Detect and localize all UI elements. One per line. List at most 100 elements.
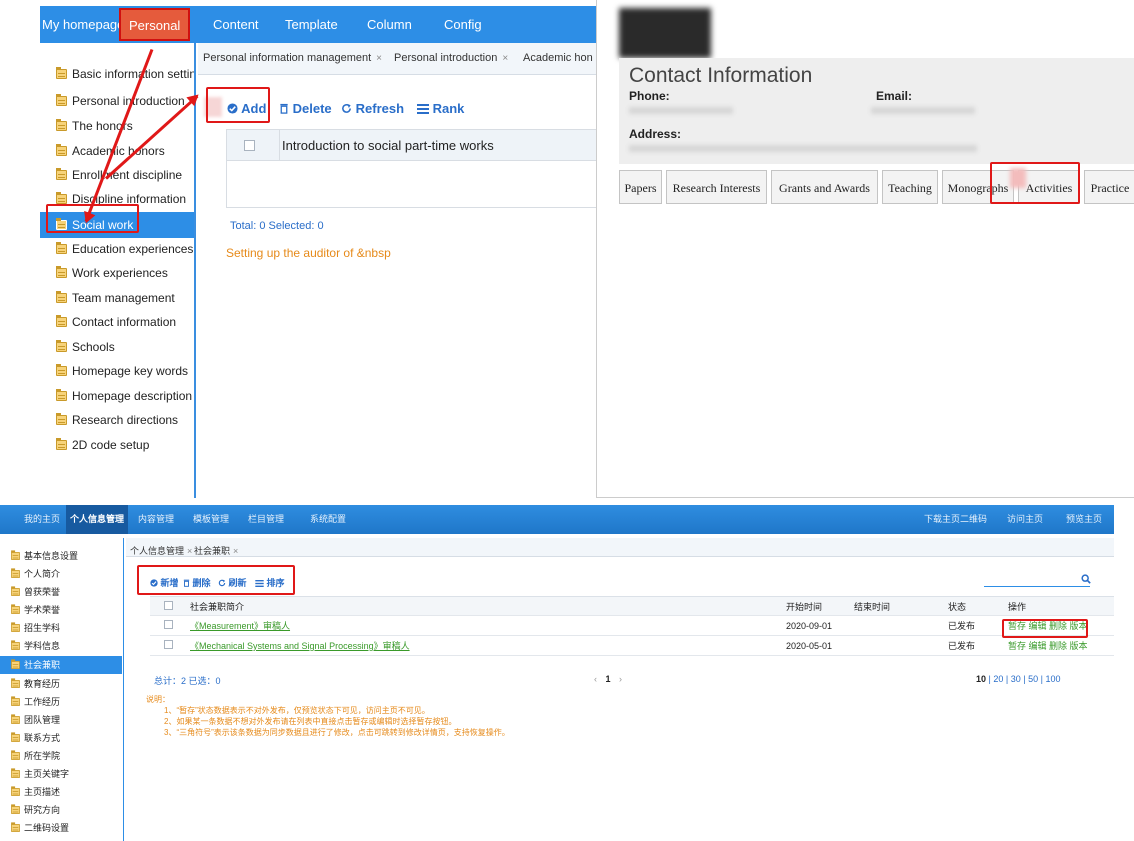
note-line: 3、“三角符号”表示该条数据为同步数据且进行了修改，点击可跳转到修改详情页，支持… (164, 728, 510, 737)
sidebar-item-social-work-cn[interactable]: 社会兼职 (0, 656, 122, 674)
sidebar-item-research-directions[interactable]: Research directions (40, 408, 194, 432)
note-line: 2、如果某一条数据不想对外发布请在列表中直接点击暂存或编辑时选择暂存按钮。 (164, 717, 457, 726)
tab-personal-information-management[interactable]: Personal information management × (203, 52, 382, 64)
tab-papers[interactable]: Papers (619, 170, 662, 204)
sidebar-item-team-management[interactable]: Team management (40, 286, 194, 310)
folder-icon (11, 550, 20, 560)
folder-icon (56, 119, 67, 131)
sidebar-item-homepage-description[interactable]: Homepage description (40, 384, 194, 408)
tab-teaching[interactable]: Teaching (882, 170, 938, 204)
row-checkbox[interactable] (164, 620, 173, 629)
address-value (629, 145, 977, 152)
tab-academic-honors[interactable]: Academic hon (523, 52, 593, 64)
select-all-checkbox[interactable] (164, 601, 173, 610)
refresh-button[interactable]: Refresh (341, 101, 404, 116)
nav-content-cn[interactable]: 内容管理 (138, 505, 174, 534)
nav-personal[interactable]: Personal (119, 8, 191, 41)
sidebar-item-cn[interactable]: 所在学院 (0, 748, 122, 764)
sidebar-item-cn[interactable]: 工作经历 (0, 694, 122, 710)
nav-column[interactable]: Column (367, 6, 412, 43)
search-icon[interactable] (1081, 574, 1091, 584)
nav-config[interactable]: Config (444, 6, 482, 43)
sidebar-item-2d-code-setup[interactable]: 2D code setup (40, 433, 194, 457)
sidebar-item-contact-information[interactable]: Contact information (40, 310, 194, 334)
contact-title: Contact Information (629, 64, 813, 87)
tab-bar-cn (126, 538, 1114, 557)
sidebar-item-cn[interactable]: 研究方向 (0, 802, 122, 818)
sidebar-item-cn[interactable]: 联系方式 (0, 730, 122, 746)
close-icon[interactable]: × (376, 53, 382, 64)
nav-template-cn[interactable]: 模板管理 (193, 505, 229, 534)
sidebar-item-cn[interactable]: 曾获荣誉 (0, 584, 122, 600)
sidebar-item-cn[interactable]: 团队管理 (0, 712, 122, 728)
folder-icon (11, 804, 20, 814)
close-icon[interactable]: × (187, 546, 192, 556)
folder-icon (11, 714, 20, 724)
add-highlight (206, 87, 270, 123)
sidebar-item-personal-introduction[interactable]: Personal introduction (40, 89, 194, 113)
visit-homepage-link[interactable]: 访问主页 (1007, 505, 1043, 534)
page-size-option[interactable]: 10 (976, 674, 986, 684)
table-row[interactable]: 《Measurement》审稿人 2020-09-01 已发布 暂存 编辑 删除… (150, 616, 1114, 636)
tab-grants-and-awards[interactable]: Grants and Awards (771, 170, 878, 204)
col-ops: 操作 (1008, 602, 1027, 612)
search-input-cn[interactable] (984, 586, 1090, 587)
close-icon[interactable]: × (233, 546, 238, 556)
folder-icon (11, 678, 20, 688)
sidebar-item-cn[interactable]: 学科信息 (0, 638, 122, 654)
nav-content[interactable]: Content (213, 6, 259, 43)
sidebar-item-schools[interactable]: Schools (40, 335, 194, 359)
page-size-option[interactable]: 20 (993, 674, 1003, 684)
prev-page-icon[interactable]: ‹ (594, 674, 597, 684)
tab-personal-info-cn[interactable]: 个人信息管理 × (130, 544, 192, 557)
main-content-cn: 个人信息管理 × 社会兼职 × 新增 删除 刷新 排序 社会兼职简介 开始时间 … (126, 538, 1114, 841)
sidebar-item-cn[interactable]: 教育经历 (0, 676, 122, 692)
page-size-option[interactable]: 30 (1011, 674, 1021, 684)
tab-practice[interactable]: Practice (1084, 170, 1134, 204)
tab-research-interests[interactable]: Research Interests (666, 170, 767, 204)
trash-icon (280, 103, 288, 114)
page-size-option[interactable]: 50 (1028, 674, 1038, 684)
sidebar-item-work-experiences[interactable]: Work experiences (40, 261, 194, 285)
nav-personal-cn[interactable]: 个人信息管理 (66, 505, 129, 534)
nav-column-cn[interactable]: 栏目管理 (248, 505, 284, 534)
sidebar-item-cn[interactable]: 招生学科 (0, 620, 122, 636)
folder-icon (56, 94, 67, 106)
sidebar-item-cn[interactable]: 主页描述 (0, 784, 122, 800)
delete-button[interactable]: Delete (279, 101, 332, 116)
page-size-option[interactable]: 100 (1045, 674, 1060, 684)
table-row[interactable]: 《Mechanical Systems and Signal Processin… (150, 636, 1114, 656)
sidebar-item-homepage-key-words[interactable]: Homepage key words (40, 359, 194, 383)
sidebar-item-cn[interactable]: 二维码设置 (0, 820, 122, 836)
sidebar-item-cn[interactable]: 主页关键字 (0, 766, 122, 782)
folder-icon (11, 586, 20, 596)
row-operations[interactable]: 暂存 编辑 删除 版本 (1008, 636, 1088, 656)
sidebar-item-cn[interactable]: 基本信息设置 (0, 548, 122, 564)
close-icon[interactable]: × (502, 53, 508, 64)
email-label: Email: (876, 89, 913, 103)
row-status: 已发布 (948, 641, 976, 651)
sidebar-item-education-experiences[interactable]: Education experiences (40, 237, 194, 261)
next-page-icon[interactable]: › (619, 674, 622, 684)
tab-personal-introduction[interactable]: Personal introduction × (394, 52, 508, 64)
preview-homepage-link[interactable]: 预览主页 (1066, 505, 1102, 534)
nav-template[interactable]: Template (285, 6, 338, 43)
column-divider (279, 130, 280, 161)
download-qr-link[interactable]: 下载主页二维码 (924, 505, 987, 534)
select-all-checkbox[interactable] (244, 140, 255, 151)
row-title-link[interactable]: 《Mechanical Systems and Signal Processin… (190, 636, 410, 656)
sidebar-item-basic-info[interactable]: Basic information settings (40, 62, 194, 86)
row-checkbox[interactable] (164, 640, 173, 649)
row-title-link[interactable]: 《Measurement》审稿人 (190, 616, 290, 636)
sidebar-item-cn[interactable]: 学术荣誉 (0, 602, 122, 618)
nav-my-homepage[interactable]: My homepage (42, 6, 124, 43)
nav-config-cn[interactable]: 系统配置 (310, 505, 346, 534)
nav-my-homepage-cn[interactable]: 我的主页 (24, 505, 60, 534)
table-header-row: 社会兼职简介 开始时间 结束时间 状态 操作 (150, 596, 1114, 616)
col-title: 社会兼职简介 (190, 602, 245, 612)
rank-button[interactable]: Rank (417, 101, 464, 116)
current-page[interactable]: 1 (606, 674, 611, 684)
sidebar-item-cn[interactable]: 个人简介 (0, 566, 122, 582)
phone-value (629, 107, 733, 114)
tab-social-work-cn[interactable]: 社会兼职 × (194, 544, 238, 557)
